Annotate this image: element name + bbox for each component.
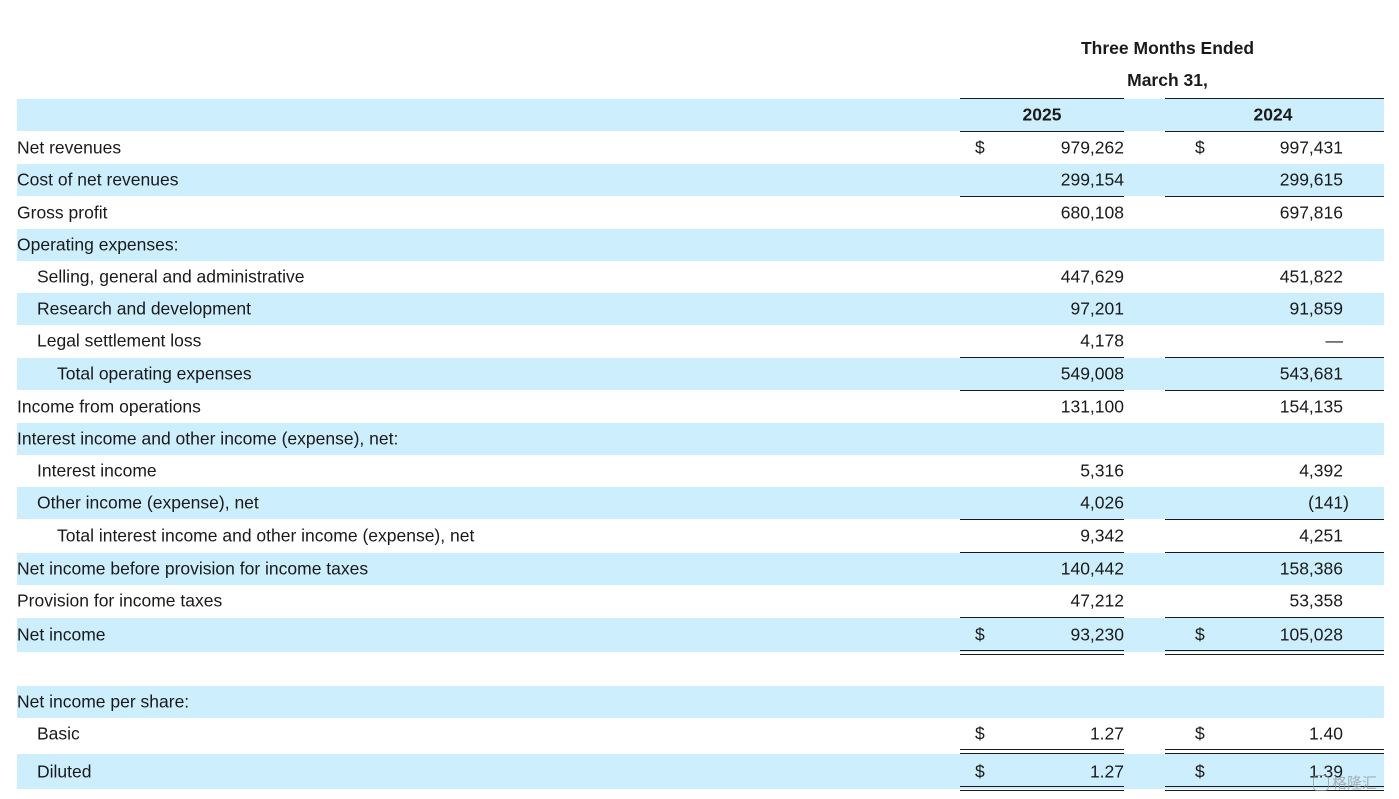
- watermark-text: 格隆汇: [1331, 775, 1377, 792]
- watermark: 格隆汇: [1312, 772, 1377, 793]
- value-2024: 697,816: [1279, 202, 1343, 223]
- currency-symbol: $: [1195, 624, 1205, 645]
- column-group-subtitle: March 31,: [1127, 70, 1208, 90]
- table-row-provision-income-taxes: Provision for income taxes 47,212 53,358: [17, 585, 1384, 617]
- value-2025: 131,100: [1060, 396, 1124, 417]
- value-2025: 1.27: [1089, 723, 1124, 744]
- row-label: Interest income: [37, 460, 157, 481]
- value-2024: 91,859: [1289, 298, 1343, 319]
- row-label: Selling, general and administrative: [37, 266, 305, 287]
- year-header-row: 2025 2024: [17, 99, 1384, 131]
- table-row-operating-expenses-heading: Operating expenses:: [17, 229, 1384, 261]
- row-label: Research and development: [37, 298, 252, 319]
- table-row-net-income: Net income $ 93,230 $ 105,028: [17, 618, 1384, 652]
- value-2024: 997,431: [1279, 137, 1343, 158]
- value-2024: 4,251: [1299, 525, 1343, 546]
- table-row-eps-diluted: Diluted $ 1.27 $ 1.39: [17, 754, 1384, 789]
- table-row-eps-basic: Basic $ 1.27 $ 1.40: [17, 718, 1384, 750]
- section-label: Interest income and other income (expens…: [17, 428, 399, 449]
- header-rule: [1165, 98, 1384, 99]
- table-row-legal-settlement-loss: Legal settlement loss 4,178 —: [17, 325, 1384, 357]
- value-2024: 543,681: [1279, 363, 1343, 384]
- row-label: Net revenues: [17, 137, 122, 158]
- value-2024: 1.40: [1308, 723, 1343, 744]
- value-2025: 140,442: [1060, 558, 1124, 579]
- row-label: Other income (expense), net: [37, 492, 259, 513]
- value-2025: 97,201: [1070, 298, 1124, 319]
- value-2025: 680,108: [1060, 202, 1124, 223]
- watermark-logo-icon: [1312, 774, 1329, 791]
- year-2025-header: 2025: [1022, 104, 1062, 125]
- value-2025: 1.27: [1089, 761, 1124, 781]
- row-label: Cost of net revenues: [17, 169, 179, 190]
- value-2025: 9,342: [1080, 525, 1124, 546]
- table-row-interest-income: Interest income 5,316 4,392: [17, 455, 1384, 487]
- row-label: Diluted: [37, 761, 92, 781]
- value-2025: 299,154: [1060, 169, 1124, 190]
- value-2024: 53,358: [1289, 590, 1343, 611]
- currency-symbol: $: [1195, 137, 1205, 158]
- currency-symbol: $: [1195, 761, 1205, 781]
- currency-symbol: $: [975, 624, 985, 645]
- row-label: Provision for income taxes: [17, 590, 223, 611]
- table-row-income-before-taxes: Net income before provision for income t…: [17, 553, 1384, 585]
- total-double-rule: [960, 650, 1124, 655]
- row-label: Income from operations: [17, 396, 201, 417]
- currency-symbol: $: [975, 723, 985, 744]
- currency-symbol: $: [975, 137, 985, 158]
- total-double-rule: [1165, 650, 1384, 655]
- value-2025: 979,262: [1060, 137, 1124, 158]
- table-row-total-operating-expenses: Total operating expenses 549,008 543,681: [17, 358, 1384, 390]
- total-double-rule: [960, 786, 1124, 791]
- table-row-gross-profit: Gross profit 680,108 697,816: [17, 197, 1384, 229]
- value-2025: 47,212: [1070, 590, 1124, 611]
- value-2024: 299,615: [1279, 169, 1343, 190]
- row-label: Total interest income and other income (…: [57, 525, 475, 546]
- section-label: Net income per share:: [17, 691, 190, 712]
- row-label: Net income: [17, 624, 106, 645]
- row-label: Legal settlement loss: [37, 330, 202, 351]
- column-group-title: Three Months Ended: [1080, 38, 1255, 58]
- value-2024: —: [1325, 330, 1344, 351]
- table-row-cost-of-net-revenues: Cost of net revenues 299,154 299,615: [17, 164, 1384, 196]
- table-row-per-share-heading: Net income per share:: [17, 686, 1384, 718]
- table-row-interest-heading: Interest income and other income (expens…: [17, 423, 1384, 455]
- table-row-income-from-operations: Income from operations 131,100 154,135: [17, 391, 1384, 423]
- value-2024: 154,135: [1279, 396, 1343, 417]
- value-2024: 158,386: [1279, 558, 1343, 579]
- header-rule: [960, 98, 1124, 99]
- value-2024: (141): [1308, 492, 1349, 513]
- value-2025: 93,230: [1070, 624, 1124, 645]
- value-2025: 447,629: [1060, 266, 1124, 287]
- value-2025: 549,008: [1060, 363, 1124, 384]
- value-2024: 451,822: [1279, 266, 1343, 287]
- table-row-other-income: Other income (expense), net 4,026 (141): [17, 487, 1384, 519]
- value-2025: 4,178: [1080, 330, 1124, 351]
- year-2024-header: 2024: [1253, 104, 1293, 125]
- row-label: Basic: [37, 723, 80, 744]
- section-label: Operating expenses:: [17, 234, 179, 255]
- value-2024: 105,028: [1279, 624, 1343, 645]
- table-row-research-development: Research and development 97,201 91,859: [17, 293, 1384, 325]
- row-label: Total operating expenses: [57, 363, 252, 384]
- value-2025: 4,026: [1080, 492, 1124, 513]
- currency-symbol: $: [975, 761, 985, 781]
- currency-symbol: $: [1195, 723, 1205, 744]
- table-row-sga: Selling, general and administrative 447,…: [17, 261, 1384, 293]
- table-row-net-revenues: Net revenues $ 979,262 $ 997,431: [17, 132, 1384, 164]
- value-2024: 4,392: [1299, 460, 1343, 481]
- row-label: Gross profit: [17, 202, 108, 223]
- table-row-total-interest-income: Total interest income and other income (…: [17, 520, 1384, 552]
- row-label: Net income before provision for income t…: [17, 558, 369, 579]
- value-2025: 5,316: [1080, 460, 1124, 481]
